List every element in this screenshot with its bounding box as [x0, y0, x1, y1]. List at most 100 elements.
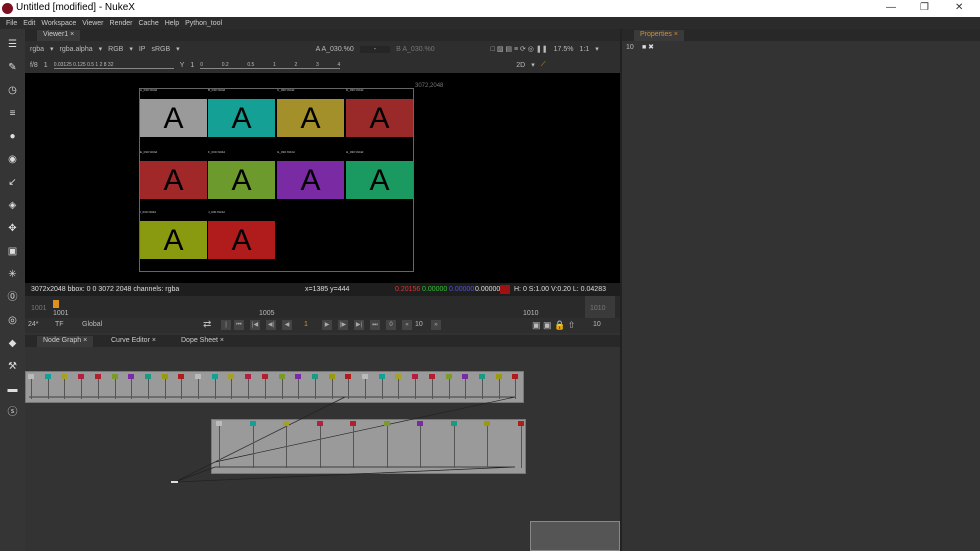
read-node[interactable]	[249, 421, 256, 426]
read-node[interactable]	[28, 374, 34, 379]
particles-icon[interactable]: ✳	[7, 269, 18, 280]
read-node[interactable]	[216, 421, 222, 426]
read-node[interactable]	[228, 374, 235, 379]
play-forward-button[interactable]: ▶	[322, 320, 332, 330]
loop-icon[interactable]: ⇄	[203, 319, 211, 330]
read-node[interactable]	[378, 374, 385, 379]
viewer-tool-icons[interactable]: □ ▨ ▤ ≡ ⟳ ◎ ❚❚	[491, 45, 548, 53]
read-node[interactable]	[512, 374, 519, 379]
playhead[interactable]	[53, 300, 59, 308]
read-node[interactable]	[328, 374, 335, 379]
read-node[interactable]	[395, 374, 402, 379]
read-node[interactable]	[484, 421, 490, 426]
read-node[interactable]	[517, 421, 524, 426]
tab-viewer1[interactable]: Viewer1 ×	[37, 30, 81, 41]
channels-dropdown[interactable]: rgba	[30, 46, 44, 53]
fps-field[interactable]: 24*	[28, 321, 39, 328]
menu-cache[interactable]: Cache	[138, 20, 158, 27]
minimap[interactable]	[530, 521, 620, 551]
read-node[interactable]	[283, 421, 289, 426]
read-node[interactable]	[128, 374, 135, 379]
draw-icon[interactable]: ✎	[7, 62, 18, 73]
zoom-dropdown[interactable]: 17.5%	[554, 46, 574, 53]
in-point-button[interactable]: |	[221, 320, 231, 330]
keyer-icon[interactable]: ↙	[7, 177, 18, 188]
read-node[interactable]	[245, 374, 252, 379]
read-node[interactable]	[462, 374, 469, 379]
b-input-dropdown[interactable]: B A_030.%0	[396, 46, 435, 53]
first-frame-button[interactable]: ⏮	[234, 320, 244, 330]
read-node[interactable]	[495, 374, 502, 379]
cache-icons[interactable]: ▣ ▣ 🔒 ⇧	[532, 320, 575, 331]
paint-icon[interactable]: ⟋	[541, 61, 546, 69]
read-node[interactable]	[383, 421, 390, 426]
skip-back-button[interactable]: «	[402, 320, 412, 330]
read-node[interactable]	[450, 421, 457, 426]
menu-render[interactable]: Render	[110, 20, 133, 27]
fstop-button[interactable]: f/8	[30, 62, 38, 69]
ratio-dropdown[interactable]: 1:1	[579, 46, 589, 53]
menu-viewer[interactable]: Viewer	[82, 20, 103, 27]
read-node[interactable]	[445, 374, 452, 379]
deep-icon[interactable]: ⓪	[7, 292, 18, 303]
read-node[interactable]	[178, 374, 185, 379]
read-node[interactable]	[345, 374, 352, 379]
menu-file[interactable]: File	[6, 20, 17, 27]
gamma-field[interactable]: 1	[190, 62, 194, 69]
filter-icon[interactable]: ◉	[7, 154, 18, 165]
tf-dropdown[interactable]: TF	[55, 321, 64, 328]
step-forward-button[interactable]: |▶	[338, 320, 348, 330]
timeline-start[interactable]: 1001	[31, 305, 47, 312]
tab-node-graph[interactable]: Node Graph ×	[37, 336, 94, 347]
read-node[interactable]	[61, 374, 68, 379]
read-node[interactable]	[161, 374, 168, 379]
other-icon[interactable]: ▬	[7, 384, 18, 395]
contact-sheet-node[interactable]	[171, 481, 178, 483]
furnace-icon[interactable]: ⓢ	[7, 407, 18, 418]
tab-properties[interactable]: Properties ×	[634, 30, 684, 41]
close-button[interactable]: ✕	[955, 2, 963, 13]
read-node[interactable]	[311, 374, 318, 379]
alpha-dropdown[interactable]: rgba.alpha	[60, 46, 93, 53]
compare-op-dropdown[interactable]: -	[359, 45, 391, 53]
end-frame-field[interactable]: 10	[593, 321, 601, 328]
read-node[interactable]	[261, 374, 268, 379]
timeline-end[interactable]: 1010	[585, 296, 615, 318]
metadata-icon[interactable]: ◆	[7, 338, 18, 349]
read-node[interactable]	[417, 421, 423, 426]
scope-dropdown[interactable]: Global	[82, 321, 102, 328]
lock-icon[interactable]: ■ ✖	[642, 43, 654, 51]
gamma-slider[interactable]: 0 0.2 0.5 1 2 3 4	[200, 62, 341, 69]
timeline[interactable]: 1001 1001 1005 1010 1010	[25, 296, 620, 318]
menu-workspace[interactable]: Workspace	[41, 20, 76, 27]
read-node[interactable]	[295, 374, 302, 379]
read-node[interactable]	[350, 421, 356, 426]
read-node[interactable]	[478, 374, 485, 379]
read-node[interactable]	[211, 374, 218, 379]
views-icon[interactable]: ◎	[7, 315, 18, 326]
a-input-dropdown[interactable]: A A_030.%0	[316, 46, 354, 53]
prev-keyframe-button[interactable]: |◀	[250, 320, 260, 330]
merge-icon[interactable]: ◈	[7, 200, 18, 211]
skip-field[interactable]: 10	[415, 321, 423, 328]
last-frame-button[interactable]: ⏭	[370, 320, 380, 330]
channel-icon[interactable]: ≡	[7, 108, 18, 119]
color-icon[interactable]: ●	[7, 131, 18, 142]
menu-help[interactable]: Help	[165, 20, 179, 27]
max-panels-field[interactable]: 10	[626, 44, 634, 51]
read-node[interactable]	[111, 374, 118, 379]
read-node[interactable]	[362, 374, 368, 379]
lut-dropdown[interactable]: sRGB	[151, 46, 170, 53]
menu-edit[interactable]: Edit	[23, 20, 35, 27]
read-node[interactable]	[412, 374, 419, 379]
ip-button[interactable]: IP	[139, 46, 146, 53]
node-graph[interactable]	[25, 347, 620, 551]
out-point-button[interactable]: 0	[386, 320, 396, 330]
read-node[interactable]	[78, 374, 85, 379]
frame-step-field[interactable]: 1	[44, 62, 48, 69]
layout-icon[interactable]: ☰	[7, 39, 18, 50]
step-back-button[interactable]: ◀|	[266, 320, 276, 330]
read-node[interactable]	[316, 421, 323, 426]
maximize-button[interactable]: ❐	[920, 2, 929, 13]
minimize-button[interactable]: —	[886, 2, 896, 13]
